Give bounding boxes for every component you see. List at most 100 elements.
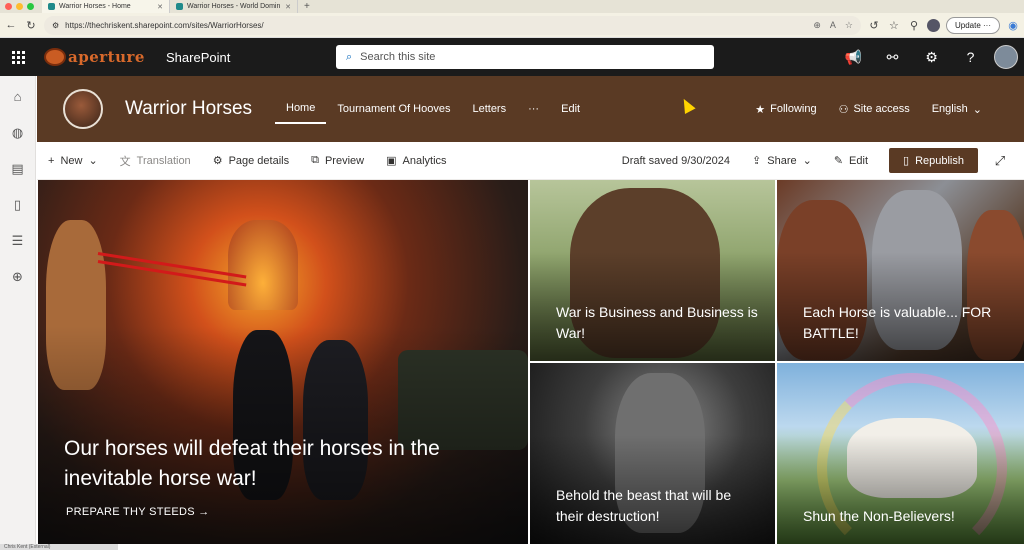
app-name[interactable]: SharePoint: [166, 50, 336, 65]
org-logo[interactable]: aperture: [44, 48, 154, 66]
new-label: New: [60, 154, 83, 167]
app-launcher-waffle-icon[interactable]: [0, 50, 36, 64]
browser-update-button[interactable]: Update ···: [945, 16, 1000, 34]
news-icon[interactable]: ▤: [9, 160, 27, 178]
search-icon: ⌕: [346, 50, 353, 63]
following-button[interactable]: ★ Following: [755, 103, 816, 116]
share-button[interactable]: ⇪ Share ⌄: [741, 154, 823, 168]
prepare-steeds-link[interactable]: PREPARE THY STEEDS →: [66, 506, 210, 518]
hero-web-part: Our horses will defeat their horses in t…: [38, 180, 1024, 544]
pencil-icon: ✎: [833, 155, 844, 167]
site-search-input[interactable]: ⌕ Search this site: [336, 45, 714, 69]
nav-item-letters[interactable]: Letters: [461, 94, 517, 124]
user-avatar[interactable]: [994, 45, 1018, 69]
analytics-icon: ▣: [386, 155, 397, 167]
nav-item-tournament[interactable]: Tournament Of Hooves: [326, 94, 461, 124]
tab-title: Warrior Horses - World Domin: [187, 3, 281, 10]
share-label: Share: [767, 154, 797, 167]
maximize-window-button[interactable]: [27, 3, 34, 10]
url-text: https://thechriskent.sharepoint.com/site…: [65, 20, 264, 30]
browser-profile-avatar[interactable]: [926, 18, 940, 32]
nav-item-home[interactable]: Home: [275, 94, 327, 124]
preview-icon: ⧉: [311, 154, 319, 166]
close-tab-icon[interactable]: ✕: [157, 3, 163, 11]
plus-icon: +: [48, 154, 55, 167]
browser-tab-home[interactable]: Warrior Horses - Home ✕: [42, 0, 170, 13]
browser-tab-world[interactable]: Warrior Horses - World Domin ✕: [170, 0, 298, 13]
list-icon[interactable]: ☰: [9, 232, 27, 250]
refresh-extension-icon[interactable]: ↺: [867, 19, 881, 32]
sharepoint-favicon-icon: [176, 3, 183, 10]
site-access-button[interactable]: ⚇ Site access: [839, 103, 910, 116]
hero-main-caption: Our horses will defeat their horses in t…: [64, 437, 440, 491]
megaphone-icon[interactable]: 📢: [834, 49, 873, 66]
home-icon[interactable]: ⌂: [9, 88, 27, 106]
site-navigation: Home Tournament Of Hooves Letters ··· Ed…: [275, 94, 591, 124]
help-icon[interactable]: ?: [951, 49, 990, 65]
language-label: English: [931, 103, 968, 115]
preview-label: Preview: [324, 154, 365, 167]
site-logo[interactable]: [63, 89, 103, 129]
new-tab-button[interactable]: +: [298, 1, 316, 12]
close-tab-icon[interactable]: ✕: [285, 3, 291, 11]
minimize-window-button[interactable]: [16, 3, 23, 10]
page-details-label: Page details: [228, 154, 290, 167]
copilot-icon[interactable]: ◉: [1006, 19, 1020, 32]
language-selector[interactable]: English ⌄: [932, 103, 982, 116]
hero-tile-business[interactable]: War is Business and Business is War!: [530, 180, 775, 361]
browser-tab-strip: Warrior Horses - Home ✕ Warrior Horses -…: [0, 0, 1024, 13]
hero-tile-valuable[interactable]: Each Horse is valuable... FOR BATTLE!: [777, 180, 1024, 361]
aperture-logo-icon: [44, 48, 66, 66]
page-details-button[interactable]: ⚙ Page details: [202, 154, 300, 168]
translate-icon: 文: [119, 155, 131, 168]
analytics-label: Analytics: [402, 154, 447, 167]
preview-button[interactable]: ⧉ Preview: [300, 154, 375, 167]
hero-tile-beast[interactable]: Behold the beast that will be their dest…: [530, 363, 775, 544]
expand-icon[interactable]: ⤢: [988, 153, 1012, 169]
org-logo-text: aperture: [68, 48, 145, 66]
republish-button[interactable]: ▯ Republish: [889, 148, 978, 173]
caption-shade: [777, 435, 1024, 544]
share-icon: ⇪: [752, 155, 762, 167]
nav-more-button[interactable]: ···: [517, 94, 550, 124]
translation-label: Translation: [136, 154, 191, 167]
hero-tile-caption: War is Business and Business is War!: [556, 304, 758, 341]
globe-icon[interactable]: ◍: [9, 124, 27, 142]
sharepoint-app-bar: ⌂ ◍ ▤ ▯ ☰ ⊕: [0, 76, 36, 550]
back-arrow-icon[interactable]: ←: [4, 19, 18, 31]
reload-icon[interactable]: ↻: [24, 19, 38, 32]
hero-tile-caption: Behold the beast that will be their dest…: [556, 487, 732, 524]
star-filled-icon: ★: [755, 103, 766, 116]
collections-icon[interactable]: ☆: [887, 19, 901, 32]
burning-capitol-image: [228, 220, 298, 310]
edit-button[interactable]: ✎ Edit: [823, 154, 879, 168]
book-icon: ▯: [903, 155, 910, 167]
translation-button[interactable]: 文 Translation: [109, 153, 202, 169]
browser-status-bar: Chris Kent (External): [0, 544, 118, 550]
add-circle-icon[interactable]: ⊕: [9, 268, 27, 286]
address-bar[interactable]: ⚙ https://thechriskent.sharepoint.com/si…: [44, 15, 861, 35]
search-placeholder: Search this site: [360, 51, 436, 63]
favorite-star-icon[interactable]: ☆: [845, 20, 853, 31]
window-controls: [0, 3, 42, 10]
nav-edit-link[interactable]: Edit: [550, 94, 591, 124]
extensions-icon[interactable]: ⚲: [907, 19, 921, 32]
site-title[interactable]: Warrior Horses: [125, 98, 275, 120]
close-window-button[interactable]: [5, 3, 12, 10]
people-icon: ⚇: [838, 103, 849, 116]
new-button[interactable]: + New ⌄: [37, 154, 109, 168]
settings-gear-icon[interactable]: ⚙: [912, 49, 951, 66]
connections-icon[interactable]: ⚯: [873, 49, 912, 66]
site-info-icon[interactable]: ⚙: [52, 21, 59, 30]
mouse-cursor-icon: [678, 96, 696, 114]
zoom-icon[interactable]: ⊕: [813, 20, 821, 31]
tab-title: Warrior Horses - Home: [59, 3, 131, 10]
hero-tile-shun[interactable]: Shun the Non-Believers!: [777, 363, 1024, 544]
page-command-bar: + New ⌄ 文 Translation ⚙ Page details ⧉ P…: [37, 142, 1024, 180]
analytics-button[interactable]: ▣ Analytics: [375, 154, 457, 168]
edit-label: Edit: [849, 154, 869, 167]
hero-tile-main[interactable]: Our horses will defeat their horses in t…: [38, 180, 528, 544]
draft-status: Draft saved 9/30/2024: [621, 154, 731, 167]
read-aloud-icon[interactable]: A: [830, 20, 836, 31]
document-icon[interactable]: ▯: [9, 196, 27, 214]
